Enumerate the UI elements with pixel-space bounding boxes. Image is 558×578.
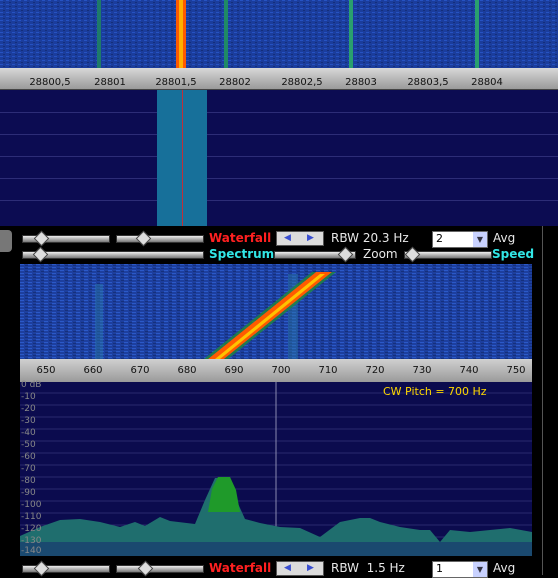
audio-waterfall-brightness-slider[interactable]: [22, 560, 110, 577]
zoom-label: Zoom: [363, 247, 398, 261]
grid-line: [0, 178, 558, 179]
waterfall-brightness-slider[interactable]: [22, 230, 110, 247]
avg-value: 1: [436, 562, 443, 575]
db-label: -120: [21, 524, 42, 534]
speed-slider[interactable]: [404, 246, 492, 263]
freq-label: 28802: [219, 77, 251, 88]
rbw-value: RBW 20.3 Hz: [331, 231, 409, 245]
avg-label-bottom: Avg: [493, 561, 516, 575]
grid-line: [0, 134, 558, 135]
db-label: -50: [21, 440, 36, 450]
audio-freq-label: 650: [36, 365, 56, 376]
freq-label: 28804: [471, 77, 503, 88]
main-waterfall[interactable]: [0, 0, 558, 68]
waterfall-label: Waterfall: [209, 231, 272, 245]
grid-line: [0, 200, 558, 201]
rbw-spinner-bottom[interactable]: ◀ ▶: [276, 561, 324, 576]
arrow-right-icon[interactable]: ▶: [307, 563, 314, 573]
avg-value: 2: [436, 232, 443, 245]
freq-label: 28801,5: [155, 77, 197, 88]
grid-line: [0, 156, 558, 157]
db-label: -70: [21, 464, 36, 474]
audio-freq-label: 690: [224, 365, 244, 376]
audio-frequency-axis[interactable]: 650 660 670 680 690 700 710 720 730 740 …: [20, 359, 532, 382]
waterfall-label-bottom: Waterfall: [209, 561, 272, 575]
db-label: -140: [21, 546, 42, 556]
panel-toggle-button[interactable]: [0, 230, 12, 252]
audio-freq-label: 680: [177, 365, 197, 376]
audio-freq-label: 730: [412, 365, 432, 376]
freq-label: 28803,5: [407, 77, 449, 88]
audio-freq-label: 670: [130, 365, 150, 376]
zoom-slider[interactable]: [274, 246, 356, 263]
divider: [542, 226, 543, 575]
db-label: -100: [21, 500, 42, 510]
audio-freq-label: 740: [459, 365, 479, 376]
avg-select-bottom[interactable]: 1 ▼: [432, 561, 488, 578]
freq-label: 28802,5: [281, 77, 323, 88]
freq-label: 28803: [345, 77, 377, 88]
audio-freq-label: 720: [365, 365, 385, 376]
audio-freq-label: 700: [271, 365, 291, 376]
db-label: -80: [21, 476, 36, 486]
speed-label: Speed: [492, 247, 535, 261]
audio-waterfall-contrast-slider[interactable]: [116, 560, 204, 577]
cw-pitch-readout: CW Pitch = 700 Hz: [383, 385, 487, 398]
db-label: -90: [21, 488, 36, 498]
arrow-right-icon[interactable]: ▶: [307, 233, 314, 243]
db-label: 0 dB: [21, 380, 42, 390]
spectrum-label: Spectrum: [209, 247, 275, 261]
db-label: -10: [21, 392, 36, 402]
db-label: -110: [21, 512, 42, 522]
db-label: -30: [21, 416, 36, 426]
waterfall-contrast-slider[interactable]: [116, 230, 204, 247]
tuning-marker[interactable]: [182, 90, 183, 226]
db-label: -20: [21, 404, 36, 414]
avg-select[interactable]: 2 ▼: [432, 231, 488, 248]
rbw-spinner[interactable]: ◀ ▶: [276, 231, 324, 246]
spectrum-level-slider[interactable]: [22, 246, 204, 263]
main-spectrum[interactable]: [0, 90, 558, 226]
avg-label: Avg: [493, 231, 516, 245]
rbw-value-bottom: RBW 1.5 Hz: [331, 561, 405, 575]
db-label: -130: [21, 536, 42, 546]
chevron-down-icon[interactable]: ▼: [473, 232, 487, 247]
freq-label: 28801: [94, 77, 126, 88]
audio-spectrum[interactable]: 0 dB -10 -20 -30 -40 -50 -60 -70 -80 -90…: [20, 380, 532, 556]
db-label: -60: [21, 452, 36, 462]
audio-freq-label: 710: [318, 365, 338, 376]
audio-freq-label: 660: [83, 365, 103, 376]
arrow-left-icon[interactable]: ◀: [284, 563, 291, 573]
frequency-axis[interactable]: 28800,5 28801 28801,5 28802 28802,5 2880…: [0, 68, 558, 90]
grid-line: [0, 112, 558, 113]
arrow-left-icon[interactable]: ◀: [284, 233, 291, 243]
freq-label: 28800,5: [29, 77, 71, 88]
db-label: -40: [21, 428, 36, 438]
audio-freq-label: 750: [506, 365, 526, 376]
audio-waterfall[interactable]: [20, 264, 532, 359]
